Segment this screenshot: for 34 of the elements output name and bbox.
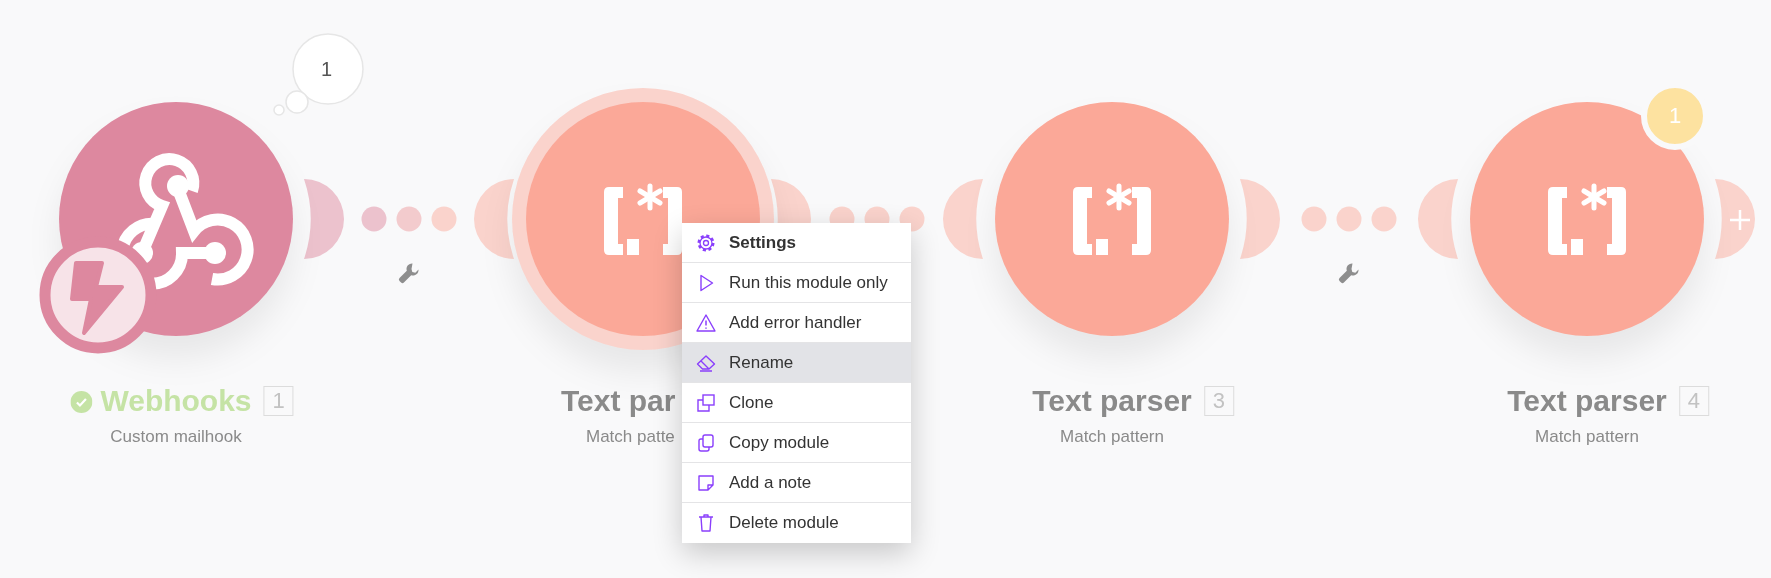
note-icon	[696, 472, 716, 493]
module-title: Webhooks	[100, 385, 252, 417]
plus-icon[interactable]	[1729, 209, 1751, 231]
menu-item[interactable]: Settings	[682, 223, 911, 263]
module-subtitle: Custom mailhook	[110, 427, 242, 447]
module-number: 3	[1203, 386, 1234, 416]
menu-item[interactable]: Run this module only	[682, 263, 911, 303]
menu-item[interactable]: Add a note	[682, 463, 911, 503]
module-number: 4	[1678, 386, 1709, 416]
copy-icon	[696, 432, 716, 453]
wrench-icon[interactable]	[397, 261, 421, 285]
module-subtitle: Match pattern	[1535, 427, 1639, 447]
eraser-icon	[696, 352, 716, 373]
menu-item[interactable]: Rename	[682, 343, 911, 383]
connector-dots[interactable]	[361, 206, 457, 232]
module-title: Text parser	[1032, 385, 1192, 417]
menu-item[interactable]: Clone	[682, 383, 911, 423]
gear-icon	[696, 232, 716, 253]
module-title: Text parser	[1507, 385, 1667, 417]
menu-item[interactable]: Add error handler	[682, 303, 911, 343]
module-title: Text par	[561, 385, 676, 417]
menu-item[interactable]: Delete module	[682, 503, 911, 543]
warning-icon	[696, 312, 716, 333]
module-subtitle: Match patte	[586, 427, 675, 447]
trash-icon	[696, 513, 716, 533]
wrench-icon[interactable]	[1337, 261, 1361, 285]
module-subtitle: Match pattern	[1060, 427, 1164, 447]
squares-icon	[696, 392, 716, 413]
module-node[interactable]	[995, 102, 1229, 336]
connector-dots[interactable]	[1301, 206, 1397, 232]
operation-count: 1	[321, 57, 333, 81]
module-node[interactable]	[1470, 102, 1704, 336]
module-number: 1	[263, 386, 294, 416]
menu-item[interactable]: Copy module	[682, 423, 911, 463]
